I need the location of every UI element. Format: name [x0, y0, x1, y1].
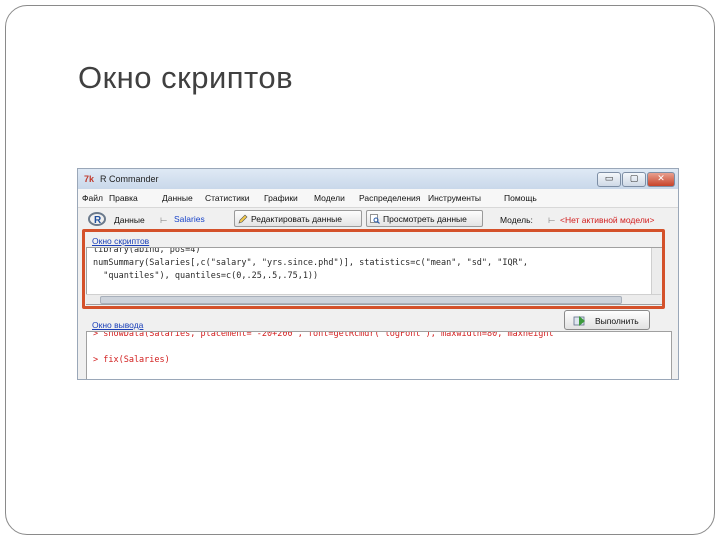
svg-text:R: R	[94, 215, 102, 226]
pencil-icon	[238, 214, 248, 224]
maximize-button[interactable]: ▢	[622, 172, 646, 187]
menu-edit[interactable]: Правка	[109, 193, 138, 203]
active-model-button[interactable]: <Нет активной модели>	[560, 215, 655, 225]
view-data-label: Просмотреть данные	[383, 214, 467, 224]
menu-data[interactable]: Данные	[162, 193, 193, 203]
r-project-icon: R	[88, 212, 106, 226]
menu-tools[interactable]: Инструменты	[428, 193, 481, 203]
edit-data-button[interactable]: Редактировать данные	[234, 210, 362, 227]
minimize-button[interactable]: ▭	[597, 172, 621, 187]
view-data-button[interactable]: Просмотреть данные	[366, 210, 483, 227]
active-dataset-button[interactable]: Salaries	[174, 214, 205, 224]
output-window[interactable]: > showData(Salaries, placement='-20+200'…	[86, 331, 672, 379]
menu-distributions[interactable]: Распределения	[359, 193, 420, 203]
dataset-icon: ⊢	[160, 215, 168, 225]
run-button-label: Выполнить	[595, 316, 639, 326]
window-titlebar: 7k R Commander ▭ ▢ ✕	[78, 169, 678, 189]
menu-models[interactable]: Модели	[314, 193, 345, 203]
model-label: Модель:	[500, 215, 533, 225]
slide-title: Окно скриптов	[78, 60, 294, 95]
output-line: > fix(Salaries)	[93, 355, 170, 365]
menu-statistics[interactable]: Статистики	[205, 193, 249, 203]
model-icon: ⊢	[548, 215, 556, 225]
output-window-label: Окно вывода	[92, 320, 144, 330]
menu-graphs[interactable]: Графики	[264, 193, 298, 203]
close-button[interactable]: ✕	[647, 172, 675, 187]
output-line: > showData(Salaries, placement='-20+200'…	[93, 331, 554, 339]
magnifier-icon	[370, 214, 380, 224]
menu-help[interactable]: Помощь	[504, 193, 537, 203]
run-button[interactable]: Выполнить	[564, 310, 650, 330]
script-window-highlight	[82, 229, 665, 309]
menu-file[interactable]: Файл	[82, 193, 103, 203]
window-title: R Commander	[100, 174, 159, 184]
r-logo-icon: 7k	[84, 174, 95, 184]
edit-data-label: Редактировать данные	[251, 214, 342, 224]
menu-bar: Файл Правка Данные Статистики Графики Мо…	[78, 189, 678, 208]
dataset-label: Данные	[114, 215, 145, 225]
run-icon	[573, 316, 585, 326]
